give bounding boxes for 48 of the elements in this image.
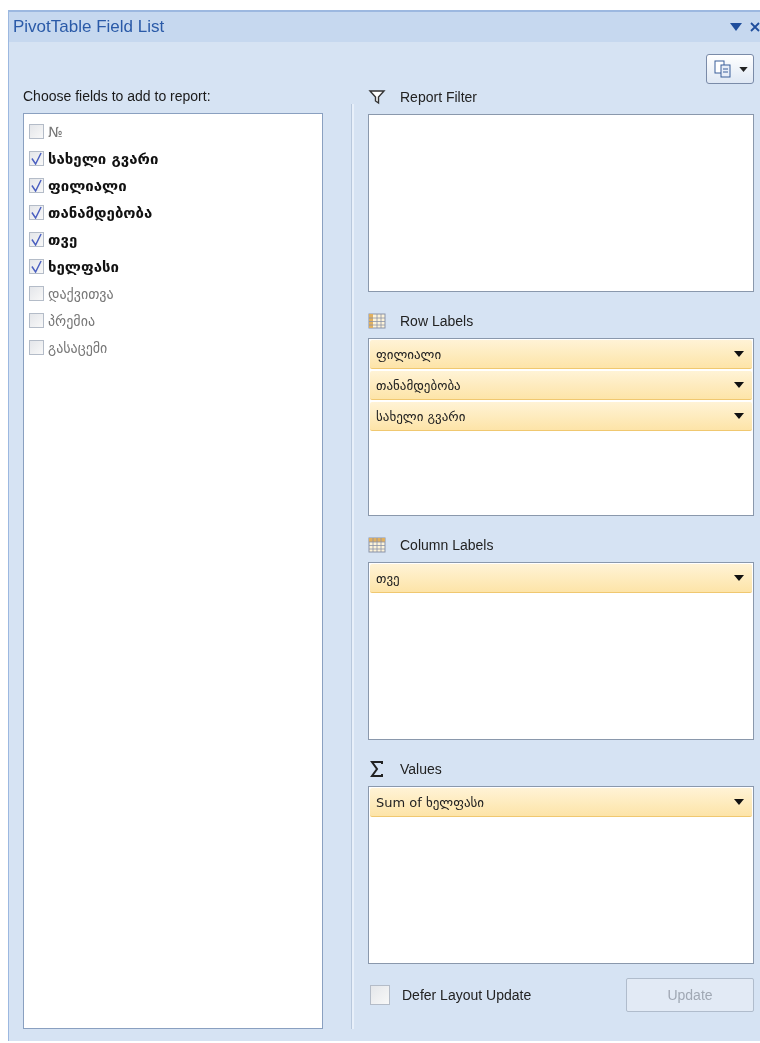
caret-icon[interactable]: [734, 799, 744, 805]
field-name[interactable]: ფილიალი: [48, 176, 127, 195]
field-name[interactable]: გასაცემი: [48, 339, 108, 356]
checkbox[interactable]: [29, 151, 44, 166]
field-name[interactable]: პრემია: [48, 312, 96, 329]
dropdown-icon[interactable]: [730, 23, 742, 31]
field-name[interactable]: თვე: [48, 230, 78, 249]
field-item[interactable]: თვე: [370, 564, 752, 593]
caret-icon[interactable]: [734, 413, 744, 419]
field-item[interactable]: თანამდებობა: [370, 371, 752, 400]
field-item[interactable]: ფილიალი: [370, 340, 752, 369]
field-name[interactable]: №: [48, 123, 63, 140]
drop-area[interactable]: ფილიალი თანამდებობა სახელი გვარი: [368, 338, 754, 516]
table-icon: [368, 313, 386, 329]
layout-button[interactable]: [706, 54, 754, 84]
area-label: Report Filter: [400, 89, 478, 105]
checkbox[interactable]: [29, 124, 44, 139]
filter-icon: [368, 89, 386, 105]
close-icon[interactable]: [750, 22, 760, 32]
sigma-icon: [368, 761, 386, 777]
area-label: Column Labels: [400, 537, 494, 553]
checkbox[interactable]: [29, 232, 44, 247]
field-item[interactable]: Sum of ხელფასი: [370, 788, 752, 817]
caret-icon[interactable]: [734, 382, 744, 388]
section-label: Choose fields to add to report:: [23, 88, 211, 104]
caret-icon: [738, 66, 748, 72]
field-name[interactable]: სახელი გვარი: [48, 149, 159, 168]
checkbox[interactable]: [29, 286, 44, 301]
caret-icon[interactable]: [734, 575, 744, 581]
checkbox[interactable]: [29, 340, 44, 355]
checkbox[interactable]: [29, 259, 44, 274]
field-name[interactable]: თანამდებობა: [48, 203, 153, 222]
checkbox-label[interactable]: Defer Layout Update: [402, 987, 532, 1003]
layout-icon: [712, 59, 733, 79]
checkbox[interactable]: [29, 178, 44, 193]
field-item[interactable]: სახელი გვარი: [370, 402, 752, 431]
panel-title: PivotTable Field List: [13, 17, 165, 37]
field-name[interactable]: დაქვითვა: [48, 285, 114, 302]
checkbox[interactable]: [370, 985, 390, 1005]
drop-area[interactable]: თვე: [368, 562, 754, 740]
field-name[interactable]: ხელფასი: [48, 257, 120, 276]
checkbox[interactable]: [29, 313, 44, 328]
table-icon: [368, 537, 386, 553]
caret-icon[interactable]: [734, 351, 744, 357]
drop-area[interactable]: Sum of ხელფასი: [368, 786, 754, 964]
checkbox[interactable]: [29, 205, 44, 220]
area-label: Row Labels: [400, 313, 474, 329]
area-label: Values: [400, 761, 442, 777]
